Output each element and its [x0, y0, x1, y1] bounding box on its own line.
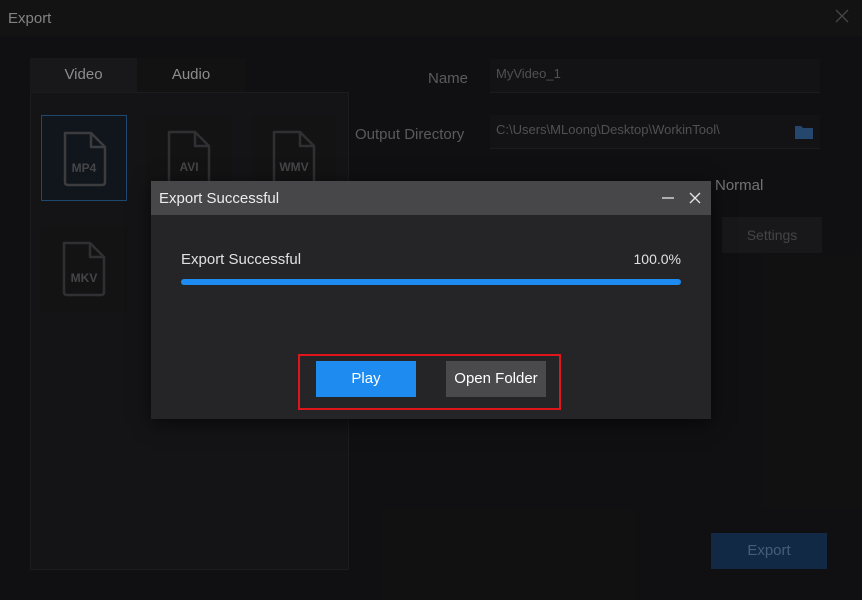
progress-percent: 100.0%: [633, 251, 681, 267]
open-folder-button[interactable]: Open Folder: [446, 361, 546, 397]
export-status-text: Export Successful: [181, 251, 302, 268]
play-button[interactable]: Play: [316, 361, 416, 397]
dialog-title: Export Successful: [159, 190, 280, 207]
minimize-icon[interactable]: [661, 191, 675, 205]
dialog-header: Export Successful: [151, 181, 711, 215]
progress-bar: [181, 279, 681, 285]
export-successful-dialog: Export Successful Export Successful 100.…: [151, 181, 711, 419]
progress-fill: [181, 279, 681, 285]
close-icon[interactable]: [689, 192, 701, 204]
